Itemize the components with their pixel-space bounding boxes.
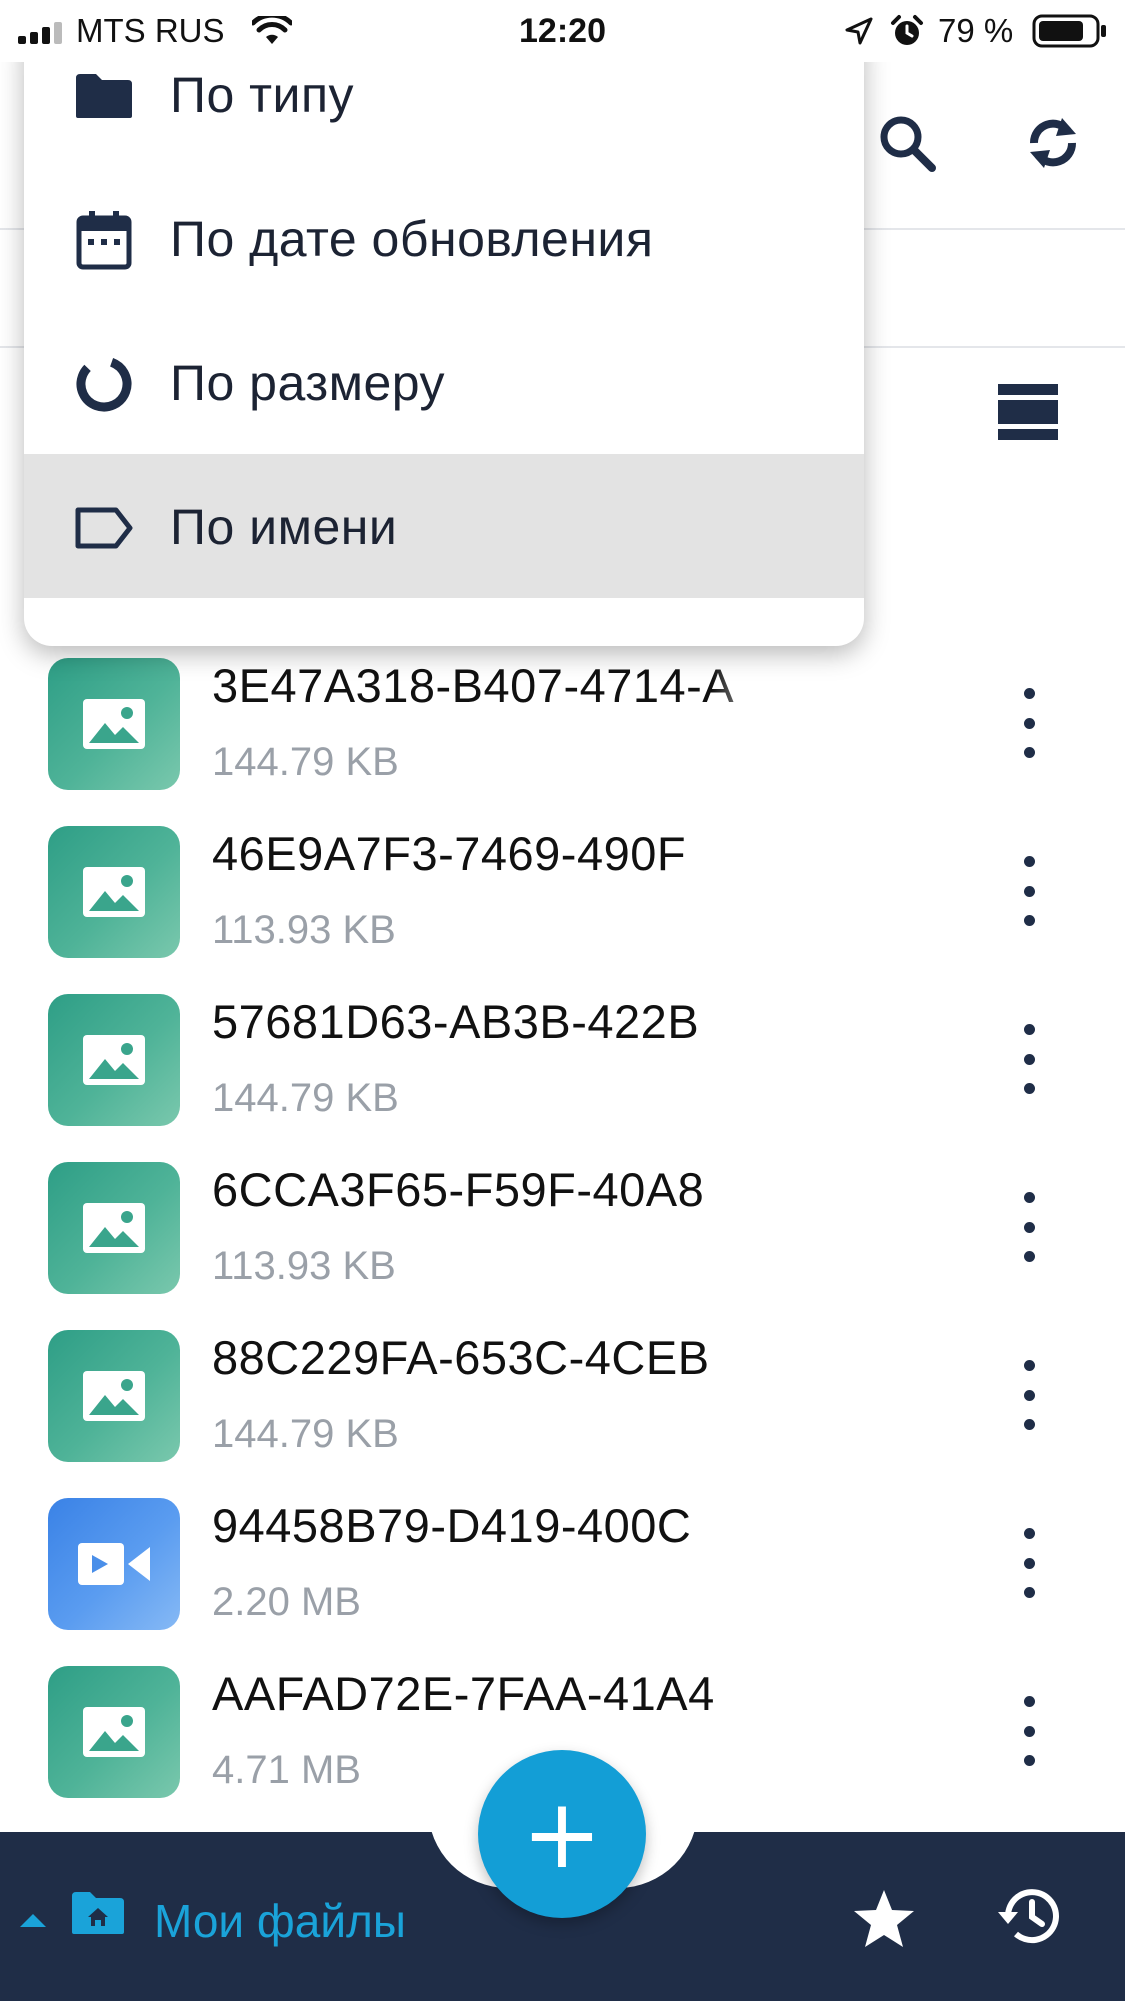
sync-icon[interactable] [1024,110,1082,176]
image-file-thumbnail [48,1330,180,1462]
home-folder-icon[interactable] [70,1890,126,1936]
file-name: 3E47A318-B407-4714-A [212,659,735,712]
image-icon [83,1035,145,1085]
image-file-thumbnail [48,1666,180,1798]
menu-item-label: По дате обновления [170,211,654,267]
image-file-thumbnail [48,658,180,790]
menu-item-label: По имени [170,499,398,555]
image-icon [83,1707,145,1757]
file-size: 113.93 KB [212,908,396,952]
image-icon [83,867,145,917]
file-row[interactable]: 88C229FA-653C-4CEB 144.79 KB [0,1320,1125,1488]
battery-icon [1032,14,1106,48]
file-size: 144.79 KB [212,1076,399,1120]
file-name: 57681D63-AB3B-422B [212,995,700,1048]
expand-up-arrow-icon[interactable] [20,1914,46,1927]
donut-chart-icon [74,354,134,414]
file-size: 144.79 KB [212,740,399,784]
file-row[interactable]: 46E9A7F3-7469-490F 113.93 KB [0,816,1125,984]
add-fab-button[interactable]: + [478,1750,646,1918]
favorites-star-icon[interactable] [852,1888,916,1950]
file-size: 113.93 KB [212,1244,396,1288]
file-size: 144.79 KB [212,1412,399,1456]
plus-icon: + [521,1778,603,1890]
image-file-thumbnail [48,1162,180,1294]
image-icon [83,1371,145,1421]
folder-icon [74,66,134,126]
calendar-icon [74,210,134,270]
image-file-thumbnail [48,994,180,1126]
image-file-thumbnail [48,826,180,958]
menu-item-label: По типу [170,67,355,123]
more-options-icon[interactable] [1016,688,1042,758]
file-row[interactable]: 3E47A318-B407-4714-A 144.79 KB [0,648,1125,816]
sort-by-name-item[interactable]: По имени [24,454,864,598]
search-icon[interactable] [878,114,936,172]
more-options-icon[interactable] [1016,1696,1042,1766]
file-name: 46E9A7F3-7469-490F [212,827,687,880]
alarm-icon [891,15,923,45]
location-arrow-icon [845,17,873,45]
menu-item-label: По размеру [170,355,446,411]
more-options-icon[interactable] [1016,1528,1042,1598]
more-options-icon[interactable] [1016,856,1042,926]
sort-by-date-item[interactable]: По дате обновления [24,166,864,310]
more-options-icon[interactable] [1016,1024,1042,1094]
video-file-thumbnail [48,1498,180,1630]
sort-by-size-item[interactable]: По размеру [24,310,864,454]
more-options-icon[interactable] [1016,1192,1042,1262]
sort-menu: По типу По дате обновления По размеру По… [24,22,864,646]
file-name: AAFAD72E-7FAA-41A4 [212,1667,715,1720]
file-name: 94458B79-D419-400C [212,1499,692,1552]
list-view-icon[interactable] [998,384,1058,440]
file-row[interactable]: 94458B79-D419-400C 2.20 MB [0,1488,1125,1656]
current-folder-label[interactable]: Мои файлы [154,1894,406,1948]
file-size: 2.20 MB [212,1580,361,1624]
status-bar: MTS RUS 12:20 79 % [0,0,1125,62]
more-options-icon[interactable] [1016,1360,1042,1430]
file-row[interactable]: 6CCA3F65-F59F-40A8 113.93 KB [0,1152,1125,1320]
history-icon[interactable] [994,1884,1062,1948]
label-tag-icon [74,498,134,558]
image-icon [83,699,145,749]
file-name: 88C229FA-653C-4CEB [212,1331,710,1384]
image-icon [83,1203,145,1253]
video-camera-icon [78,1543,150,1585]
battery-percent: 79 % [938,12,1014,49]
file-size: 4.71 MB [212,1748,361,1792]
file-row[interactable]: 57681D63-AB3B-422B 144.79 KB [0,984,1125,1152]
file-name: 6CCA3F65-F59F-40A8 [212,1163,705,1216]
